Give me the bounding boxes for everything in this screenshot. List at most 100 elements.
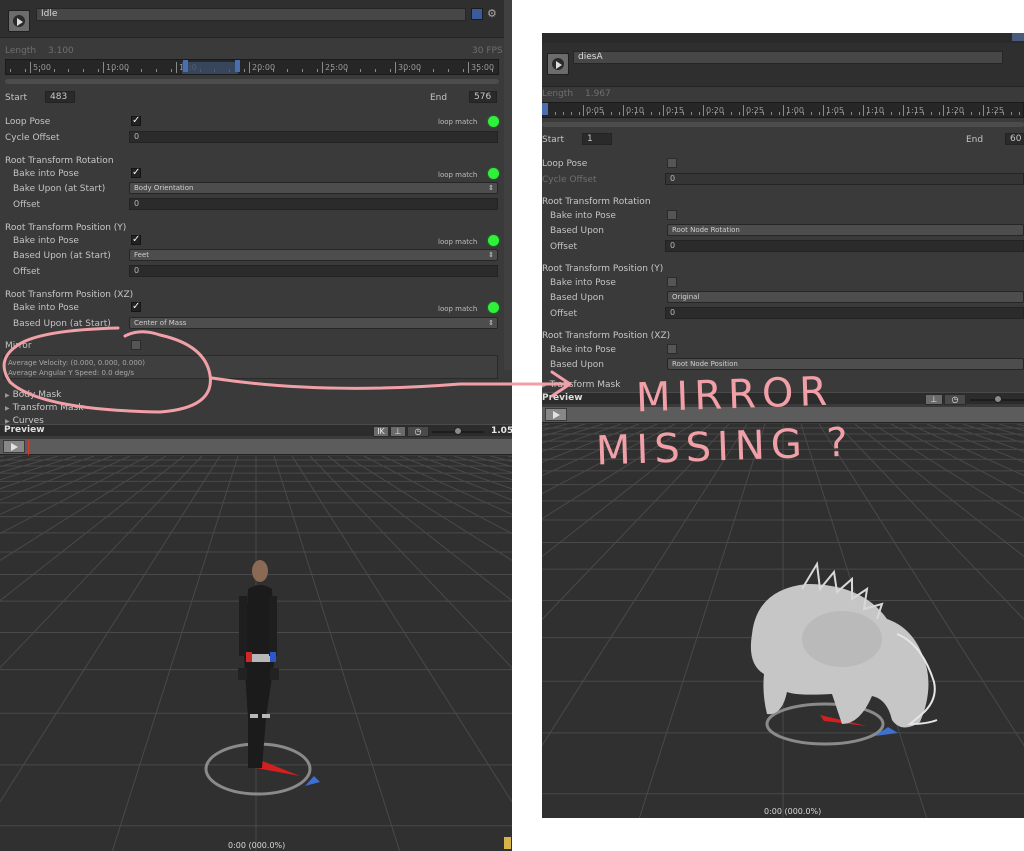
range-start-marker[interactable] [542,103,548,115]
position-y-offset-field[interactable]: 0 [665,307,1024,319]
timeline-scrollbar[interactable] [542,122,1024,127]
rotation-based-label: Bake Upon (at Start) [13,184,106,194]
range-end-marker[interactable] [235,60,240,72]
timeline-ruler[interactable]: 0:05 0:10 0:15 0:20 0:25 1:00 1:05 1:10 1:15 1:20… [542,102,1024,118]
timeline-label: 1:05 [826,106,844,115]
rotation-section-title: Root Transform Rotation [5,156,114,166]
grid-line [0,456,203,669]
start-field[interactable]: 1 [582,133,612,145]
position-y-based-dropdown[interactable]: Original [667,291,1024,303]
rotation-bake-label: Bake into Pose [550,211,616,221]
timeline-tick [739,112,740,115]
preview-play-button[interactable] [545,408,567,421]
rotation-offset-label: Offset [550,242,578,252]
end-label: End [430,93,448,103]
timeline-label: 0:05 [586,106,604,115]
timeline-tick [563,112,564,115]
timeline-label: 25:00 [325,63,349,72]
rotation-offset-label: Offset [13,200,41,210]
body-mask-foldout[interactable]: Body Mask [5,390,62,400]
end-field[interactable]: 60 [1005,133,1024,145]
grid-line [291,456,512,803]
rotation-section-title: Root Transform Rotation [542,197,651,207]
timeline-major-tick [30,62,31,73]
grid-line [381,456,512,515]
end-field[interactable]: 576 [469,91,497,103]
start-field[interactable]: 483 [45,91,75,103]
loop-pose-checkbox[interactable] [667,158,677,168]
left-inspector-panel: Idle ⚙ Length 3.100 30 FPS 5:0010:001┃:0… [0,0,512,851]
speed-icon[interactable]: ◷ [944,394,966,405]
help-book-icon[interactable] [471,8,483,20]
speed-slider-knob[interactable] [994,395,1002,403]
mirror-checkbox[interactable] [131,340,141,350]
timeline-tick [1011,112,1012,115]
position-y-bake-checkbox[interactable] [667,277,677,287]
play-clip-icon[interactable] [547,53,569,75]
pivot-icon[interactable]: ⊥ [390,426,406,437]
transform-mask-foldout[interactable]: Transform Mask [5,403,84,413]
pivot-icon[interactable]: ⊥ [925,394,943,405]
position-y-based-dropdown[interactable]: Feet ⇕ [129,249,498,261]
rotation-bake-checkbox[interactable] [667,210,677,220]
cycle-offset-field[interactable]: 0 [665,173,1024,185]
timeline-tick [462,69,464,72]
rotation-bake-label: Bake into Pose [13,169,79,179]
timeline-major-tick [943,105,944,116]
average-velocity-text: Average Velocity: (0.000, 0.000, 0.000) [8,359,145,367]
speed-slider-knob[interactable] [454,427,462,435]
help-book-icon[interactable] [1012,33,1024,41]
gear-icon[interactable]: ⚙ [487,7,497,20]
preview-header: Preview IK ⊥ ◷ 1.05 [0,424,512,437]
right-time-readout: 0:00 (000.0%) [764,807,822,816]
cycle-offset-label: Cycle Offset [5,133,60,143]
position-y-bake-checkbox[interactable]: ✓ [131,235,141,245]
inspector-scrollbar[interactable] [504,0,512,370]
left-preview-viewport[interactable]: 0:00 (000.0%) [0,456,512,851]
position-xz-bake-checkbox[interactable]: ✓ [131,302,141,312]
grid-line [345,456,512,561]
grid-line [926,424,1024,463]
range-start-marker[interactable] [183,60,188,72]
loop-pose-checkbox[interactable]: ✓ [131,116,141,126]
position-y-section-title: Root Transform Position (Y) [542,264,664,274]
position-xz-bake-checkbox[interactable] [667,344,677,354]
length-label: Length [5,46,37,56]
timeline-tick [651,112,652,115]
ik-toggle[interactable]: IK [373,426,389,437]
timeline-scrollbar[interactable] [5,79,499,84]
position-xz-based-dropdown[interactable]: Center of Mass ⇕ [129,317,498,329]
transform-mask-foldout[interactable]: Transform Mask [542,380,621,390]
position-y-section-title: Root Transform Position (Y) [5,223,127,233]
grid-line [507,456,512,458]
timeline-tick [891,112,892,115]
grid-line [0,456,185,602]
rotation-based-dropdown[interactable]: Body Orientation ⇕ [129,182,498,194]
grid-line [944,424,1024,453]
cycle-offset-label: Cycle Offset [542,175,597,185]
position-y-offset-field[interactable]: 0 [129,265,498,277]
clip-name-field[interactable]: Idle [36,8,466,21]
rotation-bake-checkbox[interactable]: ✓ [131,168,141,178]
rotation-based-dropdown[interactable]: Root Node Rotation [667,224,1024,236]
clip-name-field[interactable]: diesA [573,51,1003,64]
cycle-offset-field[interactable]: 0 [129,131,498,143]
timeline-label: 1:10 [866,106,884,115]
play-clip-icon[interactable] [8,10,30,32]
position-xz-based-value: Center of Mass [134,319,187,327]
rotation-offset-field[interactable]: 0 [129,198,498,210]
rotation-offset-field[interactable]: 0 [665,240,1024,252]
resize-grip-icon[interactable] [504,837,511,849]
grid-line [0,456,149,535]
timeline-tick [899,112,900,115]
playhead-marker[interactable] [28,439,29,455]
right-preview-viewport[interactable]: 0:00 (000.0%) [542,424,1024,818]
position-y-based-label: Based Upon [550,293,604,303]
preview-play-button[interactable] [3,440,25,453]
timeline-ruler[interactable]: 5:0010:001┃:020:0025:0030:0035:00 [5,59,499,75]
timeline-tick [375,69,376,72]
speed-icon[interactable]: ◷ [407,426,429,437]
position-xz-based-dropdown[interactable]: Root Node Position [667,358,1024,370]
rotation-loop-match-indicator [488,168,499,179]
clip-range-highlight[interactable] [182,62,238,74]
